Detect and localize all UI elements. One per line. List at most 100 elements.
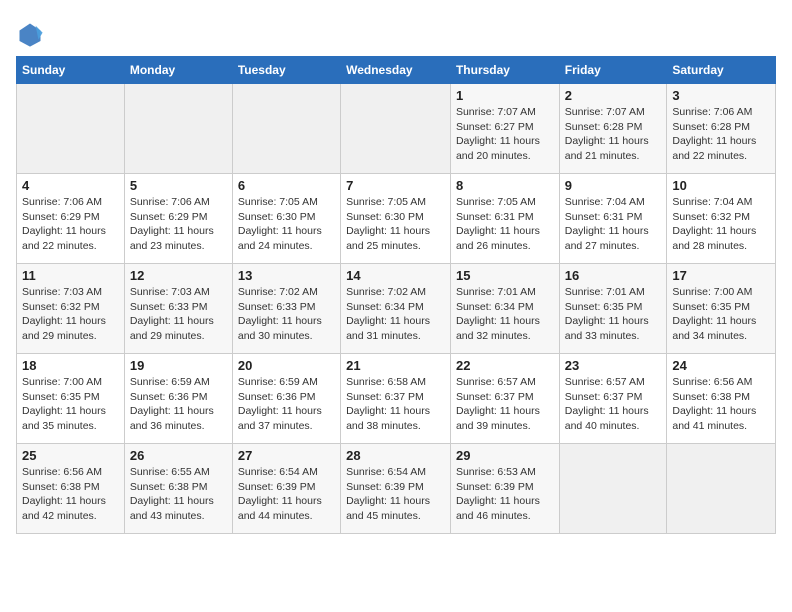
calendar-cell (559, 444, 667, 534)
day-number: 12 (130, 268, 227, 283)
day-info: Sunrise: 7:05 AMSunset: 6:30 PMDaylight:… (346, 195, 445, 254)
day-info: Sunrise: 7:02 AMSunset: 6:33 PMDaylight:… (238, 285, 335, 344)
day-number: 27 (238, 448, 335, 463)
calendar-cell (232, 84, 340, 174)
calendar-week-3: 11 Sunrise: 7:03 AMSunset: 6:32 PMDayligh… (17, 264, 776, 354)
calendar-week-4: 18 Sunrise: 7:00 AMSunset: 6:35 PMDayligh… (17, 354, 776, 444)
day-info: Sunrise: 6:59 AMSunset: 6:36 PMDaylight:… (238, 375, 335, 434)
day-number: 23 (565, 358, 662, 373)
day-number: 24 (672, 358, 770, 373)
day-number: 22 (456, 358, 554, 373)
day-number: 26 (130, 448, 227, 463)
calendar-cell: 13 Sunrise: 7:02 AMSunset: 6:33 PMDayligh… (232, 264, 340, 354)
column-header-friday: Friday (559, 57, 667, 84)
day-number: 8 (456, 178, 554, 193)
calendar-cell: 8 Sunrise: 7:05 AMSunset: 6:31 PMDaylight… (450, 174, 559, 264)
calendar-week-5: 25 Sunrise: 6:56 AMSunset: 6:38 PMDayligh… (17, 444, 776, 534)
day-info: Sunrise: 6:56 AMSunset: 6:38 PMDaylight:… (22, 465, 119, 524)
day-info: Sunrise: 6:54 AMSunset: 6:39 PMDaylight:… (238, 465, 335, 524)
day-info: Sunrise: 7:06 AMSunset: 6:29 PMDaylight:… (130, 195, 227, 254)
calendar-table: SundayMondayTuesdayWednesdayThursdayFrid… (16, 56, 776, 534)
day-info: Sunrise: 7:07 AMSunset: 6:28 PMDaylight:… (565, 105, 662, 164)
day-info: Sunrise: 7:00 AMSunset: 6:35 PMDaylight:… (22, 375, 119, 434)
column-header-tuesday: Tuesday (232, 57, 340, 84)
day-info: Sunrise: 7:05 AMSunset: 6:30 PMDaylight:… (238, 195, 335, 254)
calendar-week-2: 4 Sunrise: 7:06 AMSunset: 6:29 PMDaylight… (17, 174, 776, 264)
day-number: 28 (346, 448, 445, 463)
calendar-cell: 10 Sunrise: 7:04 AMSunset: 6:32 PMDayligh… (667, 174, 776, 264)
day-number: 4 (22, 178, 119, 193)
day-number: 1 (456, 88, 554, 103)
day-number: 14 (346, 268, 445, 283)
header (16, 16, 776, 48)
day-info: Sunrise: 6:59 AMSunset: 6:36 PMDaylight:… (130, 375, 227, 434)
day-number: 5 (130, 178, 227, 193)
day-number: 18 (22, 358, 119, 373)
day-number: 15 (456, 268, 554, 283)
day-number: 7 (346, 178, 445, 193)
day-number: 29 (456, 448, 554, 463)
column-header-wednesday: Wednesday (341, 57, 451, 84)
day-info: Sunrise: 7:06 AMSunset: 6:29 PMDaylight:… (22, 195, 119, 254)
column-header-sunday: Sunday (17, 57, 125, 84)
calendar-cell: 5 Sunrise: 7:06 AMSunset: 6:29 PMDaylight… (124, 174, 232, 264)
day-number: 10 (672, 178, 770, 193)
day-info: Sunrise: 7:02 AMSunset: 6:34 PMDaylight:… (346, 285, 445, 344)
calendar-cell: 3 Sunrise: 7:06 AMSunset: 6:28 PMDaylight… (667, 84, 776, 174)
day-number: 13 (238, 268, 335, 283)
calendar-cell: 16 Sunrise: 7:01 AMSunset: 6:35 PMDayligh… (559, 264, 667, 354)
day-info: Sunrise: 7:07 AMSunset: 6:27 PMDaylight:… (456, 105, 554, 164)
day-number: 11 (22, 268, 119, 283)
day-info: Sunrise: 7:04 AMSunset: 6:31 PMDaylight:… (565, 195, 662, 254)
calendar-cell (124, 84, 232, 174)
calendar-cell: 26 Sunrise: 6:55 AMSunset: 6:38 PMDayligh… (124, 444, 232, 534)
calendar-cell: 20 Sunrise: 6:59 AMSunset: 6:36 PMDayligh… (232, 354, 340, 444)
calendar-cell: 9Sunrise: 7:04 AMSunset: 6:31 PMDaylight… (559, 174, 667, 264)
day-number: 2 (565, 88, 662, 103)
day-info: Sunrise: 6:57 AMSunset: 6:37 PMDaylight:… (565, 375, 662, 434)
calendar-cell: 17 Sunrise: 7:00 AMSunset: 6:35 PMDayligh… (667, 264, 776, 354)
day-info: Sunrise: 6:55 AMSunset: 6:38 PMDaylight:… (130, 465, 227, 524)
day-info: Sunrise: 6:53 AMSunset: 6:39 PMDaylight:… (456, 465, 554, 524)
day-info: Sunrise: 7:01 AMSunset: 6:35 PMDaylight:… (565, 285, 662, 344)
calendar-cell (17, 84, 125, 174)
calendar-cell: 28Sunrise: 6:54 AMSunset: 6:39 PMDayligh… (341, 444, 451, 534)
day-info: Sunrise: 7:05 AMSunset: 6:31 PMDaylight:… (456, 195, 554, 254)
day-number: 6 (238, 178, 335, 193)
calendar-cell: 24 Sunrise: 6:56 AMSunset: 6:38 PMDayligh… (667, 354, 776, 444)
calendar-cell: 1 Sunrise: 7:07 AMSunset: 6:27 PMDaylight… (450, 84, 559, 174)
day-number: 17 (672, 268, 770, 283)
calendar-cell: 27 Sunrise: 6:54 AMSunset: 6:39 PMDayligh… (232, 444, 340, 534)
day-number: 21 (346, 358, 445, 373)
calendar-cell (667, 444, 776, 534)
calendar-week-1: 1 Sunrise: 7:07 AMSunset: 6:27 PMDaylight… (17, 84, 776, 174)
column-header-saturday: Saturday (667, 57, 776, 84)
calendar-cell: 29 Sunrise: 6:53 AMSunset: 6:39 PMDayligh… (450, 444, 559, 534)
calendar-cell: 15 Sunrise: 7:01 AMSunset: 6:34 PMDayligh… (450, 264, 559, 354)
calendar-cell: 18 Sunrise: 7:00 AMSunset: 6:35 PMDayligh… (17, 354, 125, 444)
calendar-cell: 23 Sunrise: 6:57 AMSunset: 6:37 PMDayligh… (559, 354, 667, 444)
column-header-monday: Monday (124, 57, 232, 84)
day-info: Sunrise: 7:00 AMSunset: 6:35 PMDaylight:… (672, 285, 770, 344)
calendar-cell: 4 Sunrise: 7:06 AMSunset: 6:29 PMDaylight… (17, 174, 125, 264)
day-info: Sunrise: 6:57 AMSunset: 6:37 PMDaylight:… (456, 375, 554, 434)
day-info: Sunrise: 6:58 AMSunset: 6:37 PMDaylight:… (346, 375, 445, 434)
day-number: 20 (238, 358, 335, 373)
day-info: Sunrise: 7:04 AMSunset: 6:32 PMDaylight:… (672, 195, 770, 254)
calendar-cell: 7 Sunrise: 7:05 AMSunset: 6:30 PMDaylight… (341, 174, 451, 264)
day-number: 16 (565, 268, 662, 283)
column-header-thursday: Thursday (450, 57, 559, 84)
calendar-cell: 22 Sunrise: 6:57 AMSunset: 6:37 PMDayligh… (450, 354, 559, 444)
calendar-cell: 11 Sunrise: 7:03 AMSunset: 6:32 PMDayligh… (17, 264, 125, 354)
logo (16, 20, 46, 48)
day-info: Sunrise: 6:56 AMSunset: 6:38 PMDaylight:… (672, 375, 770, 434)
day-number: 3 (672, 88, 770, 103)
day-number: 25 (22, 448, 119, 463)
day-info: Sunrise: 7:03 AMSunset: 6:32 PMDaylight:… (22, 285, 119, 344)
calendar-cell: 21 Sunrise: 6:58 AMSunset: 6:37 PMDayligh… (341, 354, 451, 444)
calendar-cell: 19Sunrise: 6:59 AMSunset: 6:36 PMDayligh… (124, 354, 232, 444)
day-info: Sunrise: 7:06 AMSunset: 6:28 PMDaylight:… (672, 105, 770, 164)
day-info: Sunrise: 7:01 AMSunset: 6:34 PMDaylight:… (456, 285, 554, 344)
logo-icon (16, 20, 44, 48)
calendar-cell: 12Sunrise: 7:03 AMSunset: 6:33 PMDayligh… (124, 264, 232, 354)
